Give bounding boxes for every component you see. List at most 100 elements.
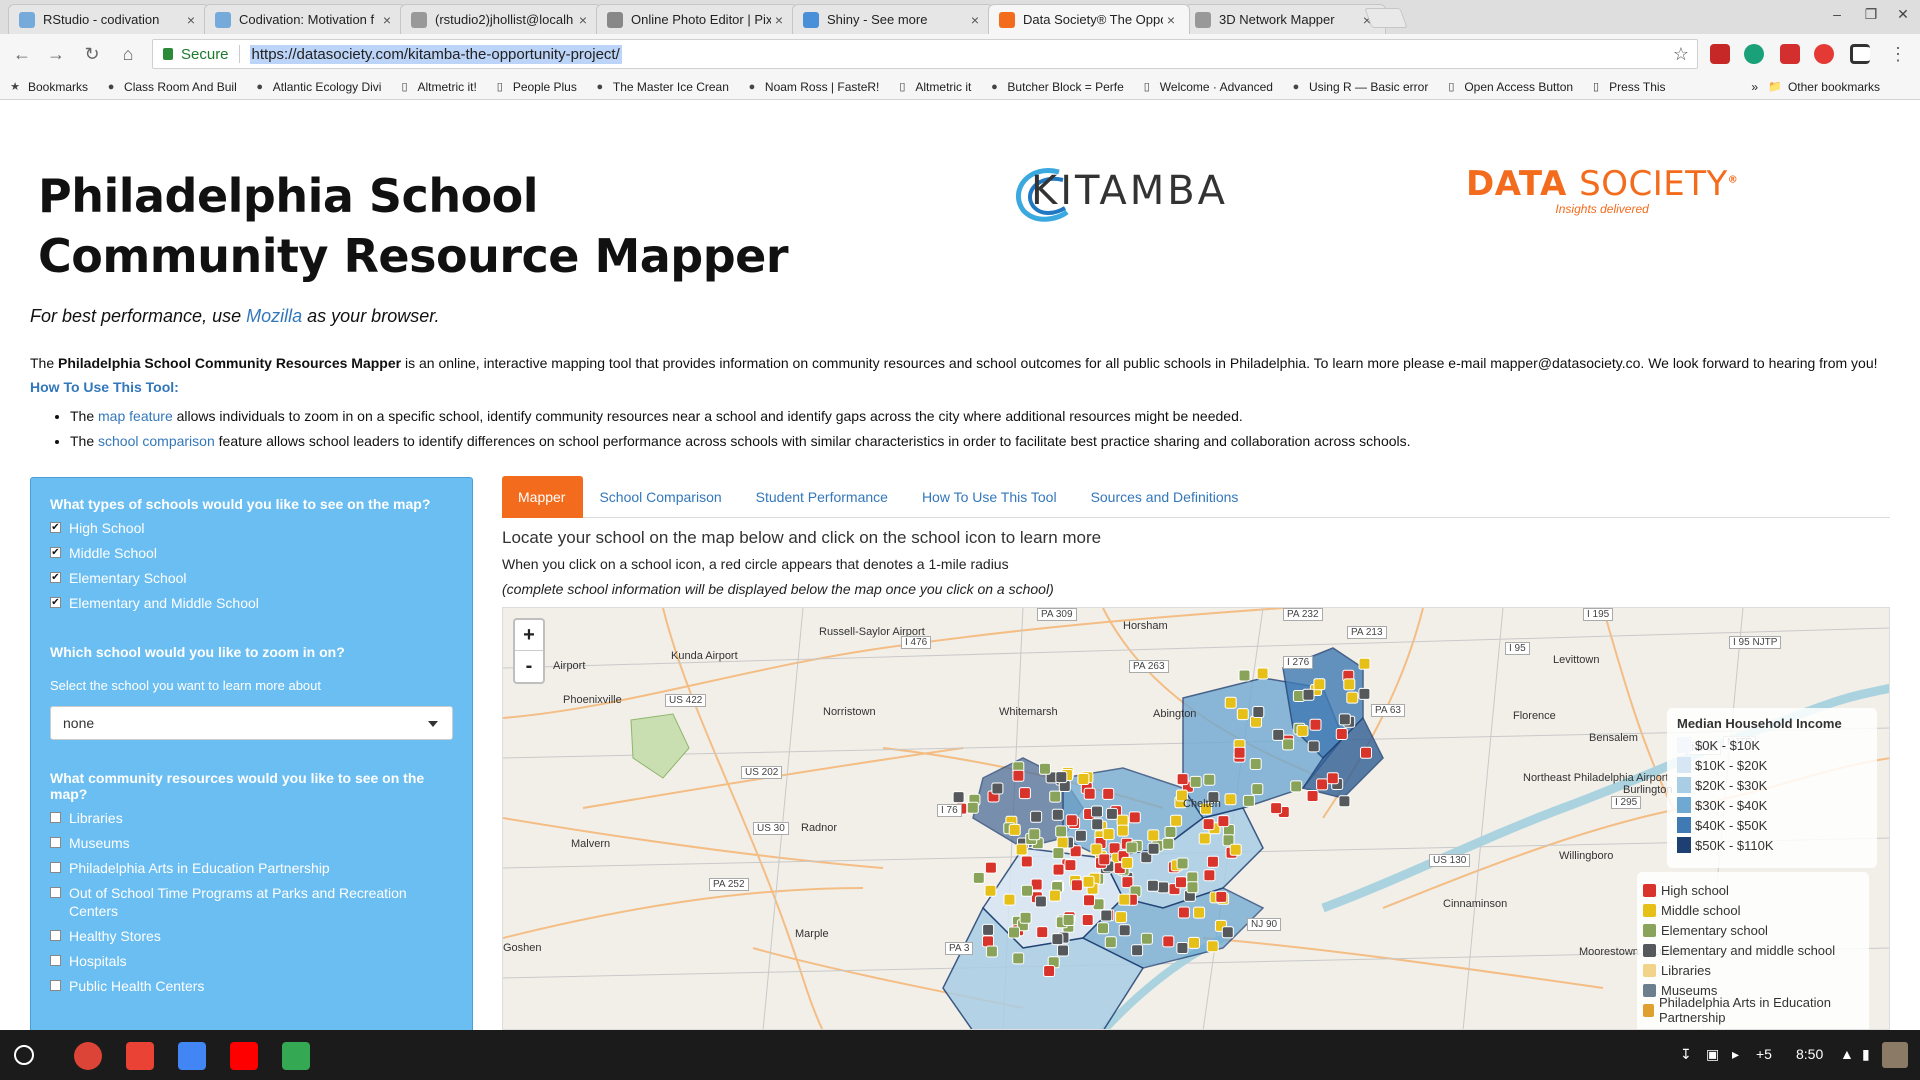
elementary-school-marker[interactable]: [1251, 783, 1264, 796]
resource-option[interactable]: Public Health Centers: [50, 977, 453, 995]
middle-school-marker[interactable]: [1296, 724, 1309, 737]
checkbox[interactable]: ✔: [50, 522, 61, 533]
elementary-school-marker[interactable]: [985, 945, 998, 958]
middle-school-marker[interactable]: [1090, 843, 1103, 856]
high-school-marker[interactable]: [982, 935, 994, 948]
elementary-school-marker[interactable]: [1162, 837, 1175, 850]
play-store-icon[interactable]: [282, 1042, 310, 1070]
middle-school-marker[interactable]: [1343, 678, 1356, 691]
tab-student-performance[interactable]: Student Performance: [740, 476, 906, 518]
elem-middle-school-marker[interactable]: [1051, 933, 1064, 946]
middle-school-marker[interactable]: [1056, 836, 1069, 849]
middle-school-marker[interactable]: [984, 884, 997, 897]
high-school-marker[interactable]: [1176, 773, 1189, 786]
elementary-school-marker[interactable]: [1249, 758, 1262, 770]
checkbox[interactable]: [50, 837, 61, 848]
zoom-in-button[interactable]: +: [515, 620, 543, 651]
elem-middle-school-marker[interactable]: [1302, 688, 1315, 701]
elem-middle-school-marker[interactable]: [1131, 944, 1144, 957]
zoom-out-button[interactable]: -: [515, 651, 543, 682]
resource-option[interactable]: Museums: [50, 834, 453, 852]
elementary-school-marker[interactable]: [972, 871, 985, 884]
elementary-school-marker[interactable]: [1176, 857, 1189, 870]
elem-middle-school-marker[interactable]: [1358, 687, 1371, 700]
high-school-marker[interactable]: [1177, 906, 1190, 919]
middle-school-marker[interactable]: [1147, 829, 1160, 842]
high-school-marker[interactable]: [1175, 876, 1187, 889]
middle-school-marker[interactable]: [1077, 773, 1090, 785]
high-school-marker[interactable]: [1064, 859, 1077, 872]
high-school-marker[interactable]: [984, 861, 997, 874]
elementary-school-marker[interactable]: [1290, 780, 1303, 793]
elementary-school-marker[interactable]: [966, 801, 979, 814]
screenshot-icon[interactable]: ▣: [1706, 1046, 1719, 1063]
elementary-school-marker[interactable]: [1186, 881, 1199, 894]
middle-school-marker[interactable]: [1224, 793, 1237, 806]
elem-middle-school-marker[interactable]: [1221, 926, 1234, 939]
elementary-school-marker[interactable]: [1242, 794, 1255, 807]
elementary-school-marker[interactable]: [1021, 884, 1033, 897]
middle-school-marker[interactable]: [1015, 843, 1028, 856]
middle-school-marker[interactable]: [1236, 708, 1249, 721]
browser-tab[interactable]: Codivation: Motivation f ×: [204, 4, 406, 34]
bookmark-item[interactable]: ▯ Open Access Button: [1444, 80, 1573, 94]
elem-middle-school-marker[interactable]: [1051, 808, 1064, 821]
high-school-marker[interactable]: [1162, 935, 1175, 948]
elem-middle-school-marker[interactable]: [1118, 924, 1131, 937]
cast-extension-icon[interactable]: [1850, 44, 1870, 64]
youtube-icon[interactable]: [230, 1042, 258, 1070]
middle-school-marker[interactable]: [1346, 691, 1359, 704]
download-icon[interactable]: ↧: [1680, 1046, 1692, 1063]
resource-option[interactable]: Healthy Stores: [50, 927, 453, 945]
close-tab-icon[interactable]: ×: [183, 12, 199, 28]
elem-middle-school-marker[interactable]: [1034, 895, 1047, 908]
high-school-marker[interactable]: [1070, 879, 1083, 892]
checkbox[interactable]: [50, 862, 61, 873]
high-school-marker[interactable]: [1128, 811, 1141, 824]
middle-school-marker[interactable]: [1048, 889, 1061, 902]
forward-icon[interactable]: →: [44, 42, 68, 66]
high-school-marker[interactable]: [1083, 894, 1095, 907]
battery-icon[interactable]: ▮: [1862, 1046, 1870, 1063]
middle-school-marker[interactable]: [1115, 911, 1128, 924]
high-school-marker[interactable]: [1316, 778, 1329, 791]
home-icon[interactable]: ⌂: [116, 42, 140, 66]
checkbox[interactable]: [50, 930, 61, 941]
elementary-school-marker[interactable]: [1203, 773, 1216, 786]
bookmark-item[interactable]: ● Class Room And Buil: [104, 80, 237, 94]
high-school-marker[interactable]: [1043, 965, 1056, 977]
tab-how-to-use-this-tool[interactable]: How To Use This Tool: [906, 476, 1075, 518]
elementary-school-marker[interactable]: [1055, 825, 1068, 838]
back-icon[interactable]: ←: [10, 42, 34, 66]
tab-sources-and-definitions[interactable]: Sources and Definitions: [1075, 476, 1257, 518]
mozilla-link[interactable]: Mozilla: [246, 306, 302, 326]
school-type-option[interactable]: ✔ High School: [50, 519, 453, 537]
bookmark-item[interactable]: ● Butcher Block = Perfe: [987, 80, 1124, 94]
elementary-school-marker[interactable]: [1097, 922, 1109, 935]
chrome-icon[interactable]: [74, 1042, 102, 1070]
elementary-school-marker[interactable]: [1186, 871, 1199, 884]
bookmark-item[interactable]: ▯ People Plus: [493, 80, 577, 94]
checkbox[interactable]: [50, 887, 61, 898]
browser-tab[interactable]: 3D Network Mapper ×: [1184, 4, 1386, 34]
elem-middle-school-marker[interactable]: [1105, 807, 1118, 820]
middle-school-marker[interactable]: [1358, 657, 1371, 670]
more-bookmarks-button[interactable]: »: [1751, 80, 1758, 94]
elem-middle-school-marker[interactable]: [952, 791, 965, 804]
middle-school-marker[interactable]: [1313, 678, 1326, 691]
browser-tab[interactable]: Online Photo Editor | Pix ×: [596, 4, 798, 34]
bookmark-item[interactable]: ● Noam Ross | FasteR!: [745, 80, 880, 94]
url-text[interactable]: https://datasociety.com/kitamba-the-oppo…: [249, 44, 622, 64]
avatar[interactable]: [1882, 1042, 1908, 1068]
resource-option[interactable]: Philadelphia Arts in Education Partnersh…: [50, 859, 453, 877]
resource-option[interactable]: Out of School Time Programs at Parks and…: [50, 884, 453, 920]
middle-school-marker[interactable]: [1188, 936, 1200, 949]
middle-school-marker[interactable]: [1206, 940, 1219, 953]
school-select[interactable]: none: [50, 706, 453, 740]
elementary-school-marker[interactable]: [1012, 952, 1025, 965]
close-tab-icon[interactable]: ×: [771, 12, 787, 28]
bookmark-item[interactable]: ● The Master Ice Crean: [593, 80, 729, 94]
high-school-marker[interactable]: [1206, 855, 1219, 868]
middle-school-marker[interactable]: [1193, 906, 1206, 919]
elementary-school-marker[interactable]: [1062, 914, 1075, 926]
